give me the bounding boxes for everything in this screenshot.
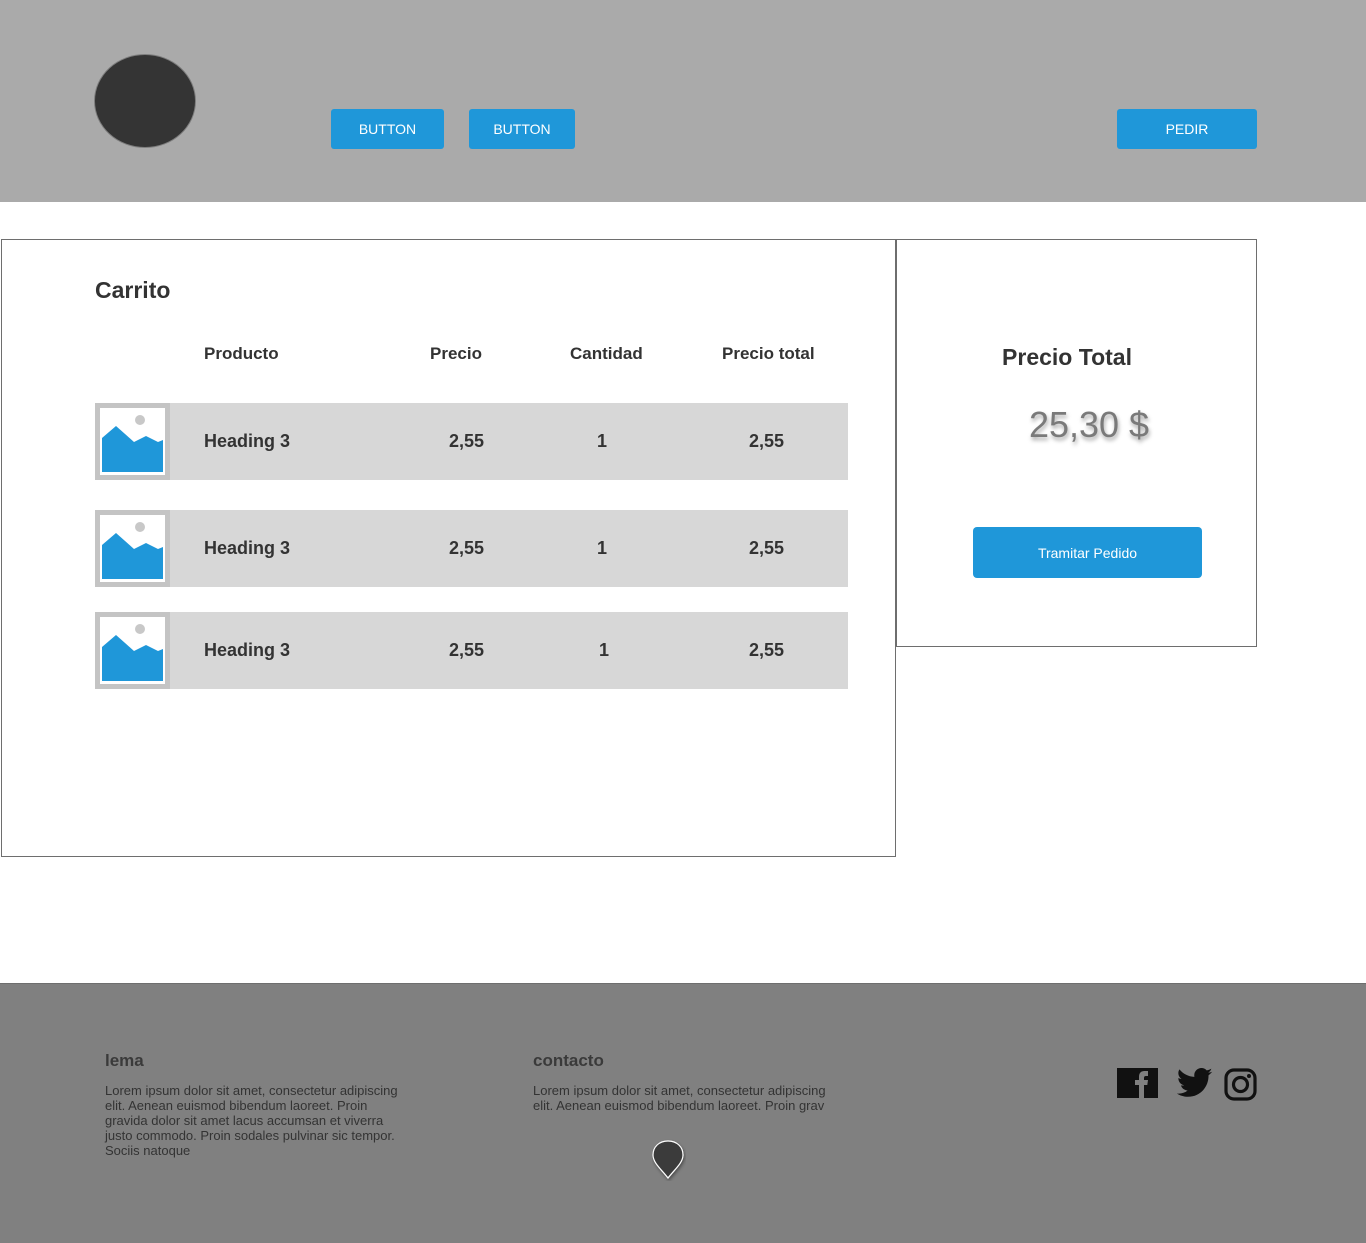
product-quantity[interactable]: 1 bbox=[597, 431, 607, 452]
product-price: 2,55 bbox=[449, 640, 485, 660]
image-placeholder-icon bbox=[100, 617, 165, 684]
footer-lema-heading: lema bbox=[105, 1051, 144, 1070]
cart-panel: Carrito Producto Precio Cantidad Precio … bbox=[1, 239, 896, 857]
footer-lema-text: Lorem ipsum dolor sit amet, consectetur … bbox=[105, 1083, 398, 1158]
nav-button-1[interactable]: BUTTON bbox=[331, 109, 444, 149]
image-placeholder-icon bbox=[100, 515, 165, 582]
nav-button-2[interactable]: BUTTON bbox=[469, 109, 575, 149]
total-title: Precio Total bbox=[1002, 344, 1132, 370]
twitter-icon[interactable] bbox=[1176, 1068, 1214, 1098]
product-name: Heading 3 bbox=[204, 431, 291, 451]
product-quantity[interactable]: 1 bbox=[597, 538, 607, 559]
product-name: Heading 3 bbox=[204, 640, 291, 660]
product-price: 2,55 bbox=[449, 538, 485, 558]
header: BUTTON BUTTON PEDIR bbox=[0, 0, 1366, 202]
cart-row[interactable]: Heading 3 2,55 1 2,55 bbox=[95, 612, 848, 689]
cart-row[interactable]: Heading 3 2,55 1 2,55 bbox=[95, 403, 848, 480]
total-amount: 25,30 $ bbox=[1028, 404, 1150, 445]
summary-panel: Precio Total 25,30 $ Tramitar Pedido bbox=[896, 239, 1257, 647]
product-total: 2,55 bbox=[749, 538, 785, 558]
product-name: Heading 3 bbox=[204, 538, 291, 558]
column-header-product: Producto bbox=[204, 344, 279, 363]
footer-contact-heading: contacto bbox=[533, 1051, 604, 1070]
cart-title: Carrito bbox=[95, 277, 171, 303]
product-quantity[interactable]: 1 bbox=[599, 640, 609, 661]
footer: lema Lorem ipsum dolor sit amet, consect… bbox=[0, 983, 1366, 1243]
column-header-total: Precio total bbox=[722, 344, 815, 363]
product-price: 2,55 bbox=[449, 431, 485, 451]
footer-contact-text: Lorem ipsum dolor sit amet, consectetur … bbox=[533, 1083, 826, 1113]
column-header-price: Precio bbox=[430, 344, 482, 363]
instagram-icon[interactable] bbox=[1224, 1068, 1257, 1101]
order-button[interactable]: PEDIR bbox=[1117, 109, 1257, 149]
map-pin-icon[interactable] bbox=[652, 1139, 686, 1181]
product-total: 2,55 bbox=[749, 640, 785, 660]
image-placeholder-icon bbox=[100, 408, 165, 475]
product-total: 2,55 bbox=[749, 431, 785, 451]
facebook-icon[interactable] bbox=[1117, 1068, 1158, 1098]
logo[interactable] bbox=[94, 54, 196, 148]
product-thumbnail bbox=[95, 510, 170, 587]
cart-row[interactable]: Heading 3 2,55 1 2,55 bbox=[95, 510, 848, 587]
column-header-quantity: Cantidad bbox=[570, 344, 643, 363]
product-thumbnail bbox=[95, 403, 170, 480]
product-thumbnail bbox=[95, 612, 170, 689]
checkout-button[interactable]: Tramitar Pedido bbox=[973, 527, 1202, 578]
